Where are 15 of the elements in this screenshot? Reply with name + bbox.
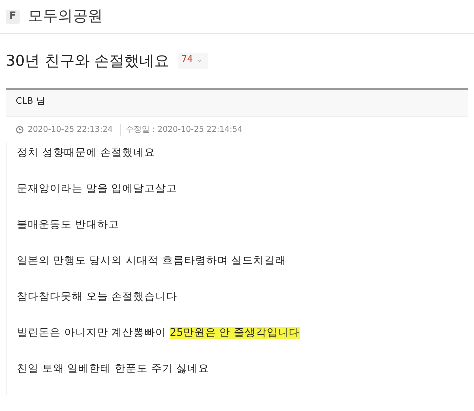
edited-date: 수정일 : 2020-10-25 22:14:54 [120,124,243,136]
post-title: 30년 친구와 손절했네요 [6,50,170,72]
post-text-line: 정치 성향때문에 손절했네요 [17,146,157,161]
site-name[interactable]: 모두의공원 [28,5,103,28]
posted-date: 2020-10-25 22:13:24 [28,124,113,136]
comment-count[interactable]: 74 ⌄ [178,53,208,69]
post-text-line: 일본의 만행도 당시의 시대적 흐름타령하며 실드치길래 [17,254,288,269]
post-text-line: 문재앙이라는 말을 입에달고살고 [17,182,179,197]
post-text-line: 참다참다못해 오늘 손절했습니다 [17,290,179,305]
author-name[interactable]: CLB 님 [16,96,46,110]
post-text-line: 친일 토왜 일베한테 한푼도 주기 싫네요 [17,362,211,377]
post-text-line: 빌린돈은 아니지만 계산뽕빠이 25만원은 안 줄생각입니다 [17,326,302,341]
clock-icon [16,126,24,134]
site-logo[interactable]: F [6,10,20,24]
post-text-line: 불매운동도 반대하고 [17,218,120,233]
